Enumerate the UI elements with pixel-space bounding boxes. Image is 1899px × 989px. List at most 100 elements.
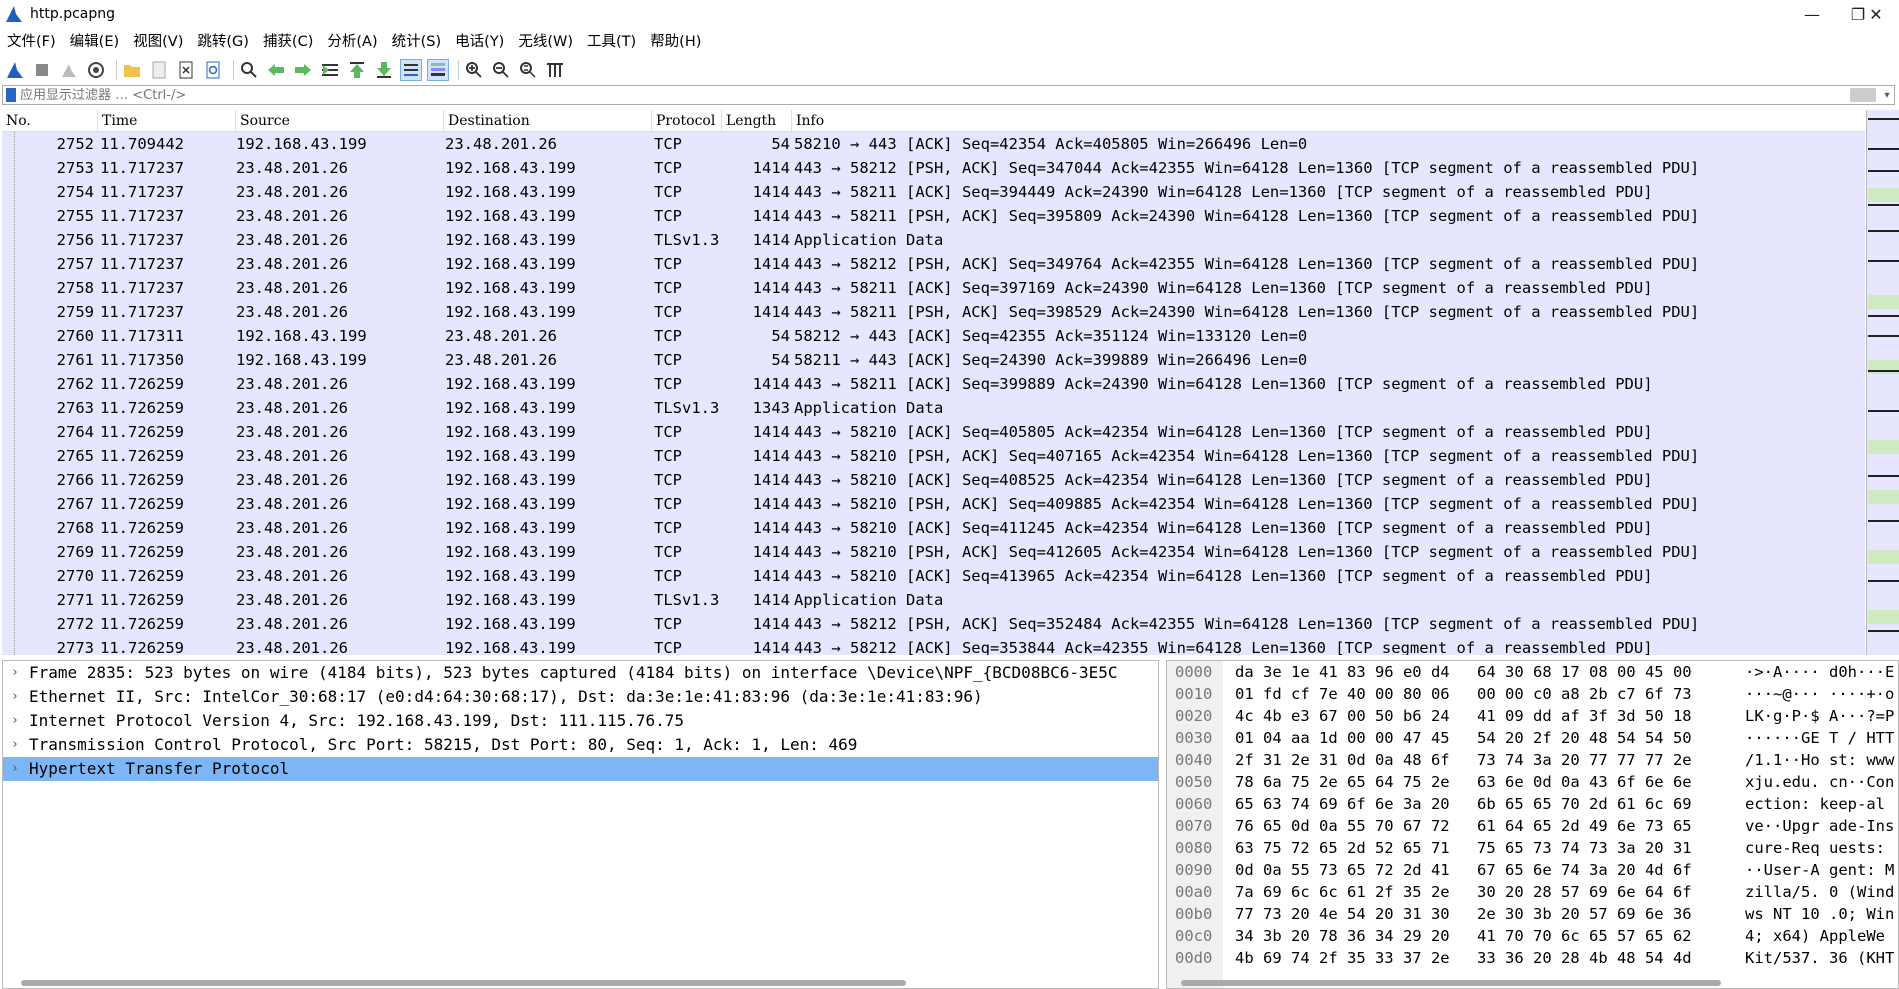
packet-row[interactable]: 2759 11.717237 23.48.201.26 192.168.43.199 T… [2,300,1865,324]
packet-row[interactable]: 2760 11.717311 192.168.43.199 23.48.201.26 T… [2,324,1865,348]
chevron-right-icon[interactable]: › [11,709,19,733]
packet-row[interactable]: 2762 11.726259 23.48.201.26 192.168.43.199 T… [2,372,1865,396]
hex-bytes-right[interactable]: 54 20 2f 20 48 54 54 50 [1477,727,1692,749]
menu-analyze[interactable]: 分析(A) [320,28,384,56]
column-header-source[interactable]: Source [236,110,444,132]
packet-row[interactable]: 2773 11.726259 23.48.201.26 192.168.43.199 T… [2,636,1865,655]
bookmark-icon[interactable] [6,88,16,102]
colorize-button[interactable] [427,59,449,81]
packet-row[interactable]: 2761 11.717350 192.168.43.199 23.48.201.26 T… [2,348,1865,372]
hex-bytes-right[interactable]: 2e 30 3b 20 57 69 6e 36 [1477,903,1692,925]
menu-wireless[interactable]: 无线(W) [511,28,580,56]
hex-bytes-right[interactable]: 64 30 68 17 08 00 45 00 [1477,661,1692,683]
hex-bytes-right[interactable]: 61 64 65 2d 49 6e 73 65 [1477,815,1692,837]
hex-bytes-right[interactable]: 33 36 20 28 4b 48 54 4d [1477,947,1692,969]
ascii-bytes[interactable]: xju.edu. cn··Con [1745,771,1894,793]
capture-options-button[interactable] [85,59,107,81]
ascii-bytes[interactable]: ·>·A···· d0h···E [1745,661,1894,683]
packet-row[interactable]: 2770 11.726259 23.48.201.26 192.168.43.199 T… [2,564,1865,588]
ascii-bytes[interactable]: ws NT 10 .0; Win [1745,903,1894,925]
hex-bytes-left[interactable]: 4c 4b e3 67 00 50 b6 24 [1235,705,1450,727]
packet-row[interactable]: 2766 11.726259 23.48.201.26 192.168.43.199 T… [2,468,1865,492]
ascii-bytes[interactable]: zilla/5. 0 (Wind [1745,881,1894,903]
menu-help[interactable]: 帮助(H) [643,28,708,56]
menu-view[interactable]: 视图(V) [126,28,190,56]
detail-tree-item[interactable]: › Hypertext Transfer Protocol [3,757,1158,781]
packet-row[interactable]: 2754 11.717237 23.48.201.26 192.168.43.199 T… [2,180,1865,204]
ascii-bytes[interactable]: /1.1··Ho st: www [1745,749,1894,771]
column-header-info[interactable]: Info [792,110,1865,132]
ascii-bytes[interactable]: LK·g·P·$ A···?=P [1745,705,1894,727]
hex-bytes-left[interactable]: 01 04 aa 1d 00 00 47 45 [1235,727,1450,749]
hex-bytes-left[interactable]: 65 63 74 69 6f 6e 3a 20 [1235,793,1450,815]
close-file-button[interactable] [175,59,197,81]
menu-edit[interactable]: 编辑(E) [63,28,126,56]
hex-bytes-left[interactable]: 34 3b 20 78 36 34 29 20 [1235,925,1450,947]
packet-row[interactable]: 2769 11.726259 23.48.201.26 192.168.43.199 T… [2,540,1865,564]
packet-row[interactable]: 2765 11.726259 23.48.201.26 192.168.43.199 T… [2,444,1865,468]
hex-bytes-left[interactable]: 77 73 20 4e 54 20 31 30 [1235,903,1450,925]
column-header-no[interactable]: No. [2,110,98,132]
hex-bytes-left[interactable]: 2f 31 2e 31 0d 0a 48 6f [1235,749,1450,771]
hex-bytes-left[interactable]: 7a 69 6c 6c 61 2f 35 2e [1235,881,1450,903]
column-header-time[interactable]: Time [98,110,236,132]
hex-bytes-right[interactable]: 73 74 3a 20 77 77 77 2e [1477,749,1692,771]
hex-bytes-right[interactable]: 41 70 70 6c 65 57 65 62 [1477,925,1692,947]
ascii-bytes[interactable]: ···~@··· ····+·o [1745,683,1894,705]
go-forward-button[interactable] [292,59,314,81]
go-first-packet-button[interactable] [346,59,368,81]
packet-row[interactable]: 2755 11.717237 23.48.201.26 192.168.43.199 T… [2,204,1865,228]
chevron-right-icon[interactable]: › [11,685,19,709]
hex-bytes-left[interactable]: da 3e 1e 41 83 96 e0 d4 [1235,661,1450,683]
close-button[interactable]: ✕ [1853,0,1899,28]
packet-row[interactable]: 2756 11.717237 23.48.201.26 192.168.43.199 T… [2,228,1865,252]
hex-bytes-left[interactable]: 01 fd cf 7e 40 00 80 06 [1235,683,1450,705]
column-header-protocol[interactable]: Protocol [652,110,722,132]
detail-tree-item[interactable]: › Frame 2835: 523 bytes on wire (4184 bit… [3,661,1158,685]
menu-statistics[interactable]: 统计(S) [385,28,449,56]
menu-capture[interactable]: 捕获(C) [256,28,320,56]
ascii-bytes[interactable]: ve··Upgr ade-Ins [1745,815,1894,837]
menu-tools[interactable]: 工具(T) [580,28,643,56]
packet-row[interactable]: 2758 11.717237 23.48.201.26 192.168.43.199 T… [2,276,1865,300]
hex-bytes-right[interactable]: 75 65 73 74 73 3a 20 31 [1477,837,1692,859]
start-capture-button[interactable] [4,59,26,81]
ascii-bytes[interactable]: ··User-A gent: M [1745,859,1894,881]
hex-bytes-right[interactable]: 41 09 dd af 3f 3d 50 18 [1477,705,1692,727]
hex-bytes-right[interactable]: 6b 65 65 70 2d 61 6c 69 [1477,793,1692,815]
ascii-bytes[interactable]: ection: keep-al [1745,793,1885,815]
menu-telephony[interactable]: 电话(Y) [448,28,511,56]
details-horizontal-scrollbar[interactable] [21,980,906,986]
find-packet-button[interactable] [238,59,260,81]
chevron-right-icon[interactable]: › [11,757,19,781]
packet-row[interactable]: 2757 11.717237 23.48.201.26 192.168.43.199 T… [2,252,1865,276]
packet-row[interactable]: 2767 11.726259 23.48.201.26 192.168.43.199 T… [2,492,1865,516]
ascii-bytes[interactable]: Kit/537. 36 (KHT [1745,947,1894,969]
zoom-out-button[interactable] [490,59,512,81]
go-last-packet-button[interactable] [373,59,395,81]
ascii-bytes[interactable]: cure-Req uests: [1745,837,1885,859]
display-filter-input[interactable] [20,87,1850,103]
packet-row[interactable]: 2763 11.726259 23.48.201.26 192.168.43.199 T… [2,396,1865,420]
menu-go[interactable]: 跳转(G) [190,28,256,56]
hex-bytes-right[interactable]: 30 20 28 57 69 6e 64 6f [1477,881,1692,903]
menu-file[interactable]: 文件(F) [0,28,63,56]
hex-bytes-right[interactable]: 00 00 c0 a8 2b c7 6f 73 [1477,683,1692,705]
detail-tree-item[interactable]: › Internet Protocol Version 4, Src: 192.1… [3,709,1158,733]
hex-bytes-left[interactable]: 4b 69 74 2f 35 33 37 2e [1235,947,1450,969]
minimize-button[interactable]: — [1789,0,1835,28]
hex-bytes-left[interactable]: 0d 0a 55 73 65 72 2d 41 [1235,859,1450,881]
ascii-bytes[interactable]: ······GE T / HTT [1745,727,1894,749]
stop-capture-button[interactable] [31,59,53,81]
reload-file-button[interactable] [202,59,224,81]
zoom-in-button[interactable] [463,59,485,81]
normal-size-button[interactable] [517,59,539,81]
detail-tree-item[interactable]: › Transmission Control Protocol, Src Port… [3,733,1158,757]
auto-scroll-button[interactable] [400,59,422,81]
chevron-down-icon[interactable]: ▾ [1880,90,1894,101]
hex-bytes-left[interactable]: 78 6a 75 2e 65 64 75 2e [1235,771,1450,793]
open-file-button[interactable] [121,59,143,81]
packet-minimap-scrollbar[interactable] [1866,110,1899,655]
hex-bytes-left[interactable]: 76 65 0d 0a 55 70 67 72 [1235,815,1450,837]
packet-row[interactable]: 2752 11.709442 192.168.43.199 23.48.201.26 T… [2,132,1865,156]
